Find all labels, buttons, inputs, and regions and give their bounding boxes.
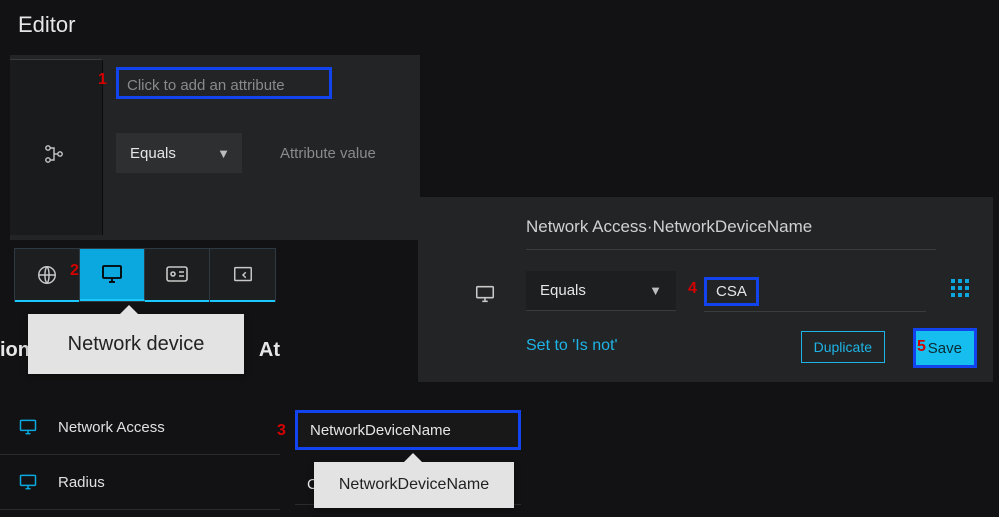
step-marker-4: 4 [688, 280, 697, 298]
panel-open-icon [232, 264, 254, 286]
tab-chat-box[interactable] [210, 249, 275, 301]
grid-icon[interactable] [951, 279, 969, 302]
step-marker-3: 3 [277, 422, 286, 440]
condition-value-field[interactable]: CSA [704, 271, 926, 312]
chevron-down-icon: ▼ [649, 283, 662, 298]
condition-value-text: CSA [704, 277, 759, 306]
id-card-icon [165, 264, 189, 286]
editor-panel: Click to add an attribute Equals ▼ Attri… [10, 55, 420, 240]
category-list: Network Access Radius [0, 400, 280, 510]
monitor-icon [18, 472, 58, 492]
operator-dropdown[interactable]: Equals ▼ [116, 133, 242, 173]
operator-label: Equals [130, 145, 176, 162]
category-item-radius[interactable]: Radius [0, 455, 280, 510]
condition-card: Network Access·NetworkDeviceName Equals … [418, 197, 993, 382]
tab-network-device[interactable] [80, 249, 145, 301]
attribute-value-input[interactable]: Attribute value [268, 133, 412, 173]
set-is-not-link[interactable]: Set to 'Is not' [526, 337, 618, 355]
attribute-item-networkdevicename[interactable]: NetworkDeviceName [295, 410, 521, 450]
condition-operator-dropdown[interactable]: Equals ▼ [526, 271, 676, 311]
condition-title: Network Access·NetworkDeviceName [526, 217, 936, 250]
step-marker-1: 1 [98, 71, 107, 89]
attribute-input[interactable]: Click to add an attribute [116, 67, 332, 99]
chevron-down-icon: ▼ [217, 146, 230, 161]
editor-gutter [10, 59, 103, 235]
duplicate-button[interactable]: Duplicate [801, 331, 885, 363]
globe-icon [36, 264, 58, 286]
attribute-item-label: NetworkDeviceName [310, 422, 451, 439]
step-marker-2: 2 [70, 262, 79, 280]
attribute-tooltip-label: NetworkDeviceName [339, 476, 489, 494]
monitor-icon [100, 262, 124, 286]
category-tabbar [14, 248, 276, 302]
category-label: Radius [58, 474, 105, 491]
tab-tooltip-label: Network device [68, 333, 205, 356]
tab-tooltip: Network device [28, 314, 244, 374]
header-fragment-right: At [259, 339, 280, 362]
tree-icon [44, 144, 64, 168]
category-label: Network Access [58, 419, 165, 436]
condition-operator-label: Equals [540, 282, 586, 299]
editor-title: Editor [18, 12, 75, 38]
tab-device-card[interactable] [145, 249, 210, 301]
step-marker-5: 5 [917, 338, 926, 356]
monitor-icon [18, 417, 58, 437]
monitor-icon [474, 283, 496, 309]
header-fragment-left: ion [0, 339, 30, 362]
attribute-tooltip: NetworkDeviceName [314, 462, 514, 508]
category-item-network-access[interactable]: Network Access [0, 400, 280, 455]
